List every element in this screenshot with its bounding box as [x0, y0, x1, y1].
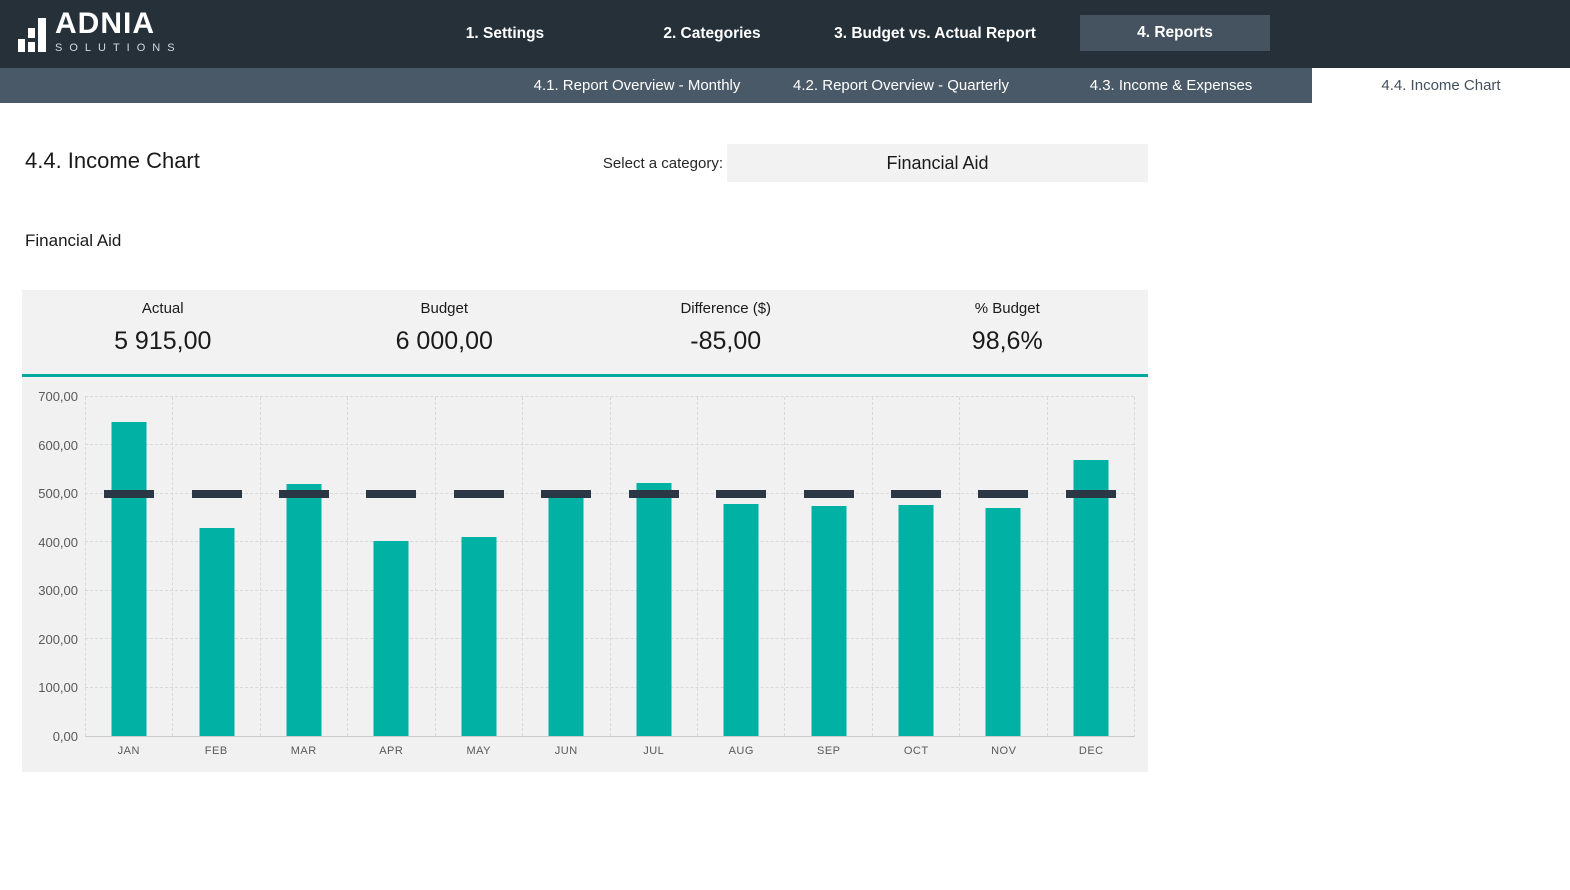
- actual-bar-oct: [899, 505, 934, 736]
- actual-bar-apr: [374, 541, 409, 736]
- chart-cell-mar: [260, 397, 347, 736]
- chart-cell-apr: [347, 397, 434, 736]
- budget-marker-sep: [804, 490, 854, 498]
- x-axis-label-mar: MAR: [260, 745, 348, 757]
- summary-actual: Actual 5 915,00: [22, 290, 304, 374]
- nav-item-categories[interactable]: 2. Categories: [663, 0, 760, 68]
- page-title: 4.4. Income Chart: [25, 148, 200, 174]
- budget-marker-feb: [192, 490, 242, 498]
- tab-report-overview-quarterly[interactable]: 4.2. Report Overview - Quarterly: [793, 68, 1009, 103]
- tab-report-overview-monthly[interactable]: 4.1. Report Overview - Monthly: [534, 68, 741, 103]
- chart-subtitle: Financial Aid: [25, 231, 121, 251]
- budget-marker-aug: [716, 490, 766, 498]
- nav-item-reports[interactable]: 4. Reports: [1080, 15, 1270, 51]
- budget-marker-may: [454, 490, 504, 498]
- category-select-label: Select a category:: [423, 144, 723, 182]
- summary-pct-budget: % Budget 98,6%: [867, 290, 1149, 374]
- chart-cell-sep: [784, 397, 871, 736]
- chart-cell-jun: [522, 397, 609, 736]
- budget-marker-apr: [366, 490, 416, 498]
- chart-cell-jan: [85, 397, 172, 736]
- category-select[interactable]: Financial Aid: [727, 144, 1148, 182]
- budget-marker-jun: [541, 490, 591, 498]
- actual-bar-mar: [287, 484, 322, 736]
- y-axis-label-0: 0,00: [22, 730, 78, 744]
- brand-logo: ADNIA SOLUTIONS: [18, 9, 182, 54]
- chart-plot-area: [85, 397, 1135, 737]
- actual-bar-jun: [549, 490, 584, 736]
- y-axis-label-500: 500,00: [22, 487, 78, 501]
- x-axis-label-jan: JAN: [85, 745, 173, 757]
- chart-cell-dec: [1047, 397, 1134, 736]
- y-axis-label-100: 100,00: [22, 681, 78, 695]
- y-axis-labels: 0,00 100,00 200,00 300,00 400,00 500,00 600,00…: [22, 377, 78, 772]
- summary-actual-label: Actual: [142, 300, 184, 317]
- x-axis-label-may: MAY: [435, 745, 523, 757]
- actual-bar-aug: [724, 504, 759, 736]
- summary-actual-value: 5 915,00: [114, 327, 211, 356]
- x-axis-label-feb: FEB: [173, 745, 261, 757]
- budget-marker-oct: [891, 490, 941, 498]
- x-axis-label-dec: DEC: [1048, 745, 1136, 757]
- chart-cell-nov: [959, 397, 1046, 736]
- budget-marker-jan: [104, 490, 154, 498]
- actual-bar-dec: [1073, 460, 1108, 736]
- report-tabs-background: 4.1. Report Overview - Monthly 4.2. Repo…: [0, 68, 1312, 103]
- chart-cell-may: [435, 397, 522, 736]
- tab-income-expenses[interactable]: 4.3. Income & Expenses: [1090, 68, 1253, 103]
- x-axis-label-apr: APR: [348, 745, 436, 757]
- budget-marker-dec: [1066, 490, 1116, 498]
- x-axis-label-jun: JUN: [523, 745, 611, 757]
- nav-item-settings[interactable]: 1. Settings: [466, 0, 544, 68]
- summary-difference: Difference ($) -85,00: [585, 290, 867, 374]
- actual-bar-nov: [986, 508, 1021, 736]
- income-bar-chart: 0,00 100,00 200,00 300,00 400,00 500,00 600,00…: [22, 377, 1148, 772]
- y-axis-label-300: 300,00: [22, 584, 78, 598]
- chart-cell-feb: [172, 397, 259, 736]
- summary-budget-value: 6 000,00: [396, 327, 493, 356]
- chart-cell-aug: [697, 397, 784, 736]
- summary-budget: Budget 6 000,00: [304, 290, 586, 374]
- y-axis-label-700: 700,00: [22, 390, 78, 404]
- actual-bar-jul: [636, 483, 671, 736]
- brand-name: ADNIA: [55, 9, 182, 39]
- y-axis-label-200: 200,00: [22, 633, 78, 647]
- x-axis-label-nov: NOV: [960, 745, 1048, 757]
- nav-item-budget-vs-actual[interactable]: 3. Budget vs. Actual Report: [834, 0, 1036, 68]
- x-axis-label-oct: OCT: [873, 745, 961, 757]
- x-axis-label-sep: SEP: [785, 745, 873, 757]
- summary-difference-label: Difference ($): [680, 300, 771, 317]
- top-navigation-bar: ADNIA SOLUTIONS 1. Settings 2. Categorie…: [0, 0, 1570, 68]
- actual-bar-jan: [112, 422, 147, 736]
- actual-bar-sep: [811, 506, 846, 736]
- budget-marker-mar: [279, 490, 329, 498]
- summary-difference-value: -85,00: [690, 327, 761, 356]
- tab-income-chart-active[interactable]: 4.4. Income Chart: [1312, 68, 1570, 103]
- actual-bar-feb: [199, 528, 234, 736]
- chart-cell-oct: [872, 397, 959, 736]
- bar-chart-logo-icon: [18, 18, 46, 54]
- summary-pct-budget-value: 98,6%: [972, 327, 1043, 356]
- brand-tagline: SOLUTIONS: [55, 42, 182, 54]
- summary-budget-label: Budget: [420, 300, 468, 317]
- budget-marker-nov: [978, 490, 1028, 498]
- summary-pct-budget-label: % Budget: [975, 300, 1040, 317]
- report-tabs-bar: 4.1. Report Overview - Monthly 4.2. Repo…: [0, 68, 1570, 103]
- chart-cell-jul: [610, 397, 697, 736]
- budget-marker-jul: [629, 490, 679, 498]
- x-axis-label-jul: JUL: [610, 745, 698, 757]
- y-axis-label-600: 600,00: [22, 439, 78, 453]
- actual-bar-may: [461, 537, 496, 736]
- summary-strip: Actual 5 915,00 Budget 6 000,00 Differen…: [22, 290, 1148, 377]
- x-axis-labels: JANFEBMARAPRMAYJUNJULAUGSEPOCTNOVDEC: [85, 745, 1135, 757]
- y-axis-label-400: 400,00: [22, 536, 78, 550]
- x-axis-label-aug: AUG: [698, 745, 786, 757]
